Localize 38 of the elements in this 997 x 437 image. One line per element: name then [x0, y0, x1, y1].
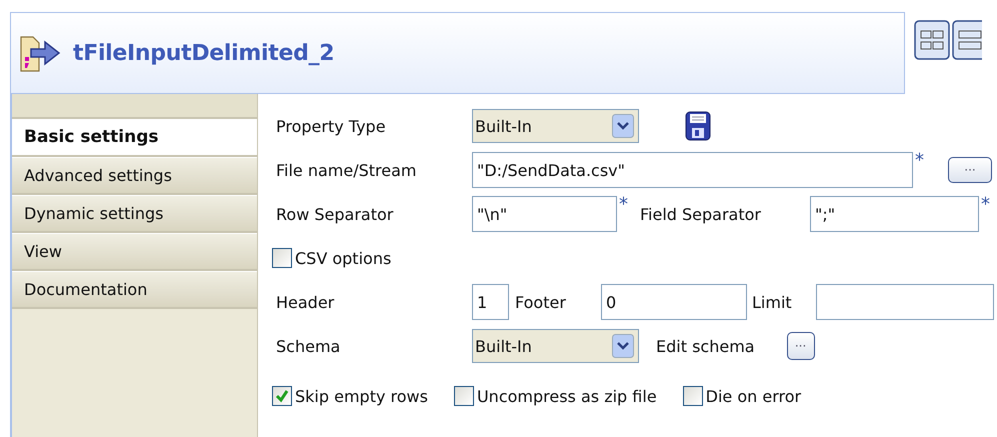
limit-field[interactable]: [816, 284, 994, 320]
file-name-field[interactable]: "D:/SendData.csv": [472, 152, 913, 188]
grid-layout-icon[interactable]: [914, 20, 950, 60]
edit-schema-button[interactable]: ···: [786, 332, 815, 360]
field-label: Field Separator: [640, 204, 762, 224]
component-title: tFileInputDelimited_2: [73, 40, 334, 66]
option-checkbox[interactable]: Die on error: [682, 386, 802, 406]
field-label: File name/Stream: [276, 160, 418, 180]
browse-button[interactable]: ···: [948, 157, 992, 183]
row-separator-field[interactable]: "\n": [472, 196, 617, 232]
list-layout-icon[interactable]: [952, 20, 982, 60]
settings-tab[interactable]: Dynamic settings: [12, 195, 257, 233]
save-icon[interactable]: [685, 111, 711, 141]
required-mark: *: [618, 194, 629, 215]
header-field[interactable]: 1: [472, 284, 509, 320]
field-label: Schema: [276, 336, 342, 356]
field-label: Row Separator: [276, 204, 394, 224]
field-label: Property Type: [276, 116, 387, 136]
option-checkbox[interactable]: Uncompress as zip file: [454, 386, 657, 406]
field-label: Header: [276, 292, 336, 312]
field-separator-field[interactable]: ";": [810, 196, 979, 232]
csv-options-checkbox[interactable]: CSV options: [272, 248, 392, 268]
settings-tab[interactable]: Documentation: [12, 271, 257, 309]
field-label: Limit: [752, 292, 793, 312]
property-type-dropdown[interactable]: Built-In: [472, 109, 639, 143]
schema-dropdown[interactable]: Built-In: [472, 329, 639, 363]
settings-tab[interactable]: Basic settings: [12, 119, 257, 157]
caret-icon: [612, 114, 634, 138]
settings-tab[interactable]: Advanced settings: [12, 157, 257, 195]
required-mark: *: [914, 150, 925, 171]
settings-tab[interactable]: View: [12, 233, 257, 271]
required-mark: *: [980, 194, 991, 215]
field-label: Edit schema: [656, 336, 755, 356]
check-icon: [274, 388, 290, 404]
caret-icon: [612, 334, 634, 358]
footer-field[interactable]: 0: [601, 284, 747, 320]
option-checkbox[interactable]: Skip empty rows: [272, 386, 428, 406]
field-label: Footer: [515, 292, 567, 312]
